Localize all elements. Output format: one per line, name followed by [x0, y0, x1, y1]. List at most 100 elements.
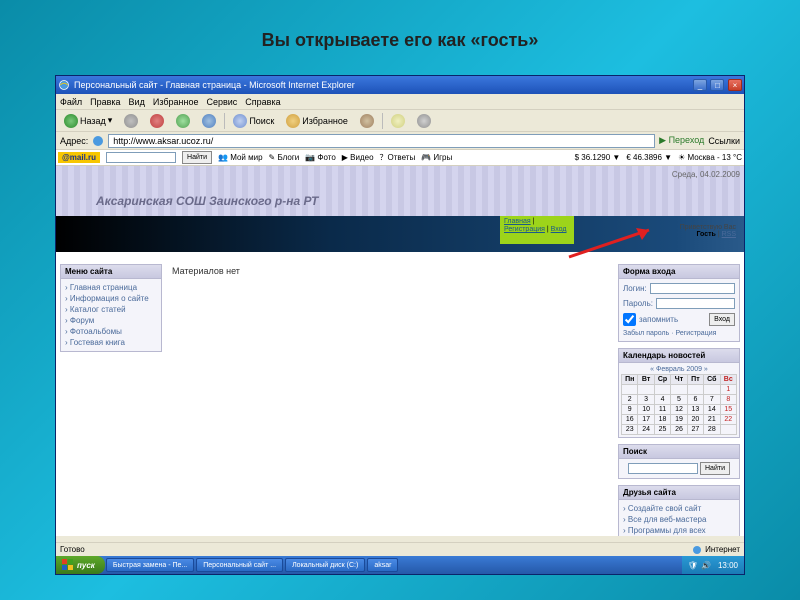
site-menu-block: Меню сайта › Главная страница › Информац…: [60, 264, 162, 352]
friends-item-0[interactable]: › Создайте свой сайт: [623, 503, 735, 514]
nav-login[interactable]: Вход: [551, 226, 567, 233]
forward-button[interactable]: [120, 112, 142, 130]
history-button[interactable]: [356, 112, 378, 130]
calendar-block: Календарь новостей « Февраль 2009 » ПнВт…: [618, 348, 740, 438]
nav-register[interactable]: Регистрация: [504, 226, 545, 233]
menu-edit[interactable]: Правка: [90, 97, 120, 107]
forgot-link[interactable]: Забыл пароль: [623, 330, 669, 337]
date-text: Среда, 04.02.2009: [672, 170, 740, 179]
mailru-eur-rate: € 46.3896 ▼: [626, 153, 672, 162]
mail-button[interactable]: [387, 112, 409, 130]
mailru-usd-rate: $ 36.1290 ▼: [575, 153, 621, 162]
login-input[interactable]: [650, 283, 735, 294]
menu-item-home[interactable]: › Главная страница: [65, 282, 157, 293]
toolbar: Назад ▾ Поиск Избранное: [56, 110, 744, 132]
site-menu-title: Меню сайта: [61, 265, 161, 279]
taskbar: пуск Быстрая замена - Пе... Персональный…: [56, 556, 744, 574]
mailru-blogs[interactable]: ✎ Блоги: [269, 153, 300, 162]
internet-zone-icon: [692, 545, 702, 555]
friends-title: Друзья сайта: [619, 486, 739, 500]
status-zone: Интернет: [705, 545, 740, 554]
menu-view[interactable]: Вид: [129, 97, 145, 107]
window-title: Персональный сайт - Главная страница - M…: [74, 80, 692, 90]
site-banner: [56, 216, 744, 252]
ie-icon: [58, 79, 70, 91]
mailru-search-input[interactable]: [106, 152, 176, 163]
status-bar: Готово Интернет: [56, 542, 744, 556]
page-viewport: Среда, 04.02.2009 Аксаринская СОШ Заинск…: [56, 166, 744, 536]
password-input[interactable]: [656, 298, 735, 309]
system-tray: 🛡 🔊 13:00: [682, 556, 744, 574]
task-item-2[interactable]: Локальный диск (C:): [285, 558, 365, 572]
menu-item-articles[interactable]: › Каталог статей: [65, 304, 157, 315]
windows-logo-icon: [62, 559, 74, 571]
task-item-1[interactable]: Персональный сайт ...: [196, 558, 283, 572]
rss-link[interactable]: RSS: [722, 231, 736, 238]
links-label[interactable]: Ссылки: [708, 136, 740, 146]
favorites-button[interactable]: Избранное: [282, 112, 352, 130]
top-nav: Главная | Регистрация | Вход: [500, 216, 574, 244]
print-button[interactable]: [413, 112, 435, 130]
mailru-answers[interactable]: ？Ответы: [380, 152, 416, 163]
back-button[interactable]: Назад ▾: [60, 112, 116, 130]
register-link[interactable]: Регистрация: [675, 330, 716, 337]
mailru-moimir[interactable]: 👥 Мой мир: [218, 153, 263, 162]
friends-item-2[interactable]: › Программы для всех: [623, 525, 735, 536]
window-close-button[interactable]: ×: [728, 79, 742, 91]
main-content: Материалов нет: [166, 262, 614, 536]
remember-checkbox[interactable]: [623, 313, 636, 326]
status-ready: Готово: [60, 545, 85, 554]
search-button[interactable]: Найти: [700, 462, 730, 475]
menu-item-guestbook[interactable]: › Гостевая книга: [65, 337, 157, 348]
refresh-button[interactable]: [172, 112, 194, 130]
task-item-0[interactable]: Быстрая замена - Пе...: [106, 558, 194, 572]
menu-item-photos[interactable]: › Фотоальбомы: [65, 326, 157, 337]
search-input[interactable]: [628, 463, 698, 474]
nav-home[interactable]: Главная: [504, 218, 531, 225]
menu-file[interactable]: Файл: [60, 97, 82, 107]
login-block: Форма входа Логин: Пароль: запомнитьВход…: [618, 264, 740, 342]
window-maximize-button[interactable]: □: [710, 79, 724, 91]
address-label: Адрес:: [60, 136, 88, 146]
home-button[interactable]: [198, 112, 220, 130]
mailru-find-button[interactable]: Найти: [182, 151, 212, 164]
menu-favorites[interactable]: Избранное: [153, 97, 199, 107]
no-materials-text: Материалов нет: [172, 266, 240, 276]
address-input[interactable]: [108, 134, 655, 148]
ie-page-icon: [92, 135, 104, 147]
mailru-games[interactable]: 🎮 Игры: [421, 153, 452, 162]
mailru-video[interactable]: ▶ Видео: [342, 153, 374, 162]
window-titlebar: Персональный сайт - Главная страница - M…: [56, 76, 744, 94]
stop-button[interactable]: [146, 112, 168, 130]
mailru-toolbar: @mail.ru Найти 👥 Мой мир ✎ Блоги 📷 Фото …: [56, 150, 744, 166]
window-minimize-button[interactable]: _: [693, 79, 707, 91]
friends-block: Друзья сайта › Создайте свой сайт › Все …: [618, 485, 740, 536]
menu-help[interactable]: Справка: [245, 97, 280, 107]
school-name: Аксаринская СОШ Заинского р-на РТ: [96, 194, 318, 208]
taskbar-clock: 13:00: [718, 561, 738, 570]
menu-item-forum[interactable]: › Форум: [65, 315, 157, 326]
login-button[interactable]: Вход: [709, 313, 735, 326]
guest-greeting: Приветствую ВасГость | RSS: [680, 224, 736, 238]
tray-icon[interactable]: 🔊: [701, 561, 711, 570]
calendar-month[interactable]: « Февраль 2009 »: [621, 365, 737, 374]
friends-item-1[interactable]: › Все для веб-мастера: [623, 514, 735, 525]
search-block: Поиск Найти: [618, 444, 740, 479]
go-button[interactable]: ▶ Переход: [659, 135, 704, 146]
menu-tools[interactable]: Сервис: [206, 97, 237, 107]
login-title: Форма входа: [619, 265, 739, 279]
mailru-logo[interactable]: @mail.ru: [58, 152, 100, 163]
mailru-photo[interactable]: 📷 Фото: [305, 153, 336, 162]
search-title: Поиск: [619, 445, 739, 459]
sidebar-right: Форма входа Логин: Пароль: запомнитьВход…: [614, 262, 744, 536]
task-item-3[interactable]: aksar: [367, 558, 398, 572]
address-bar: Адрес: ▶ Переход Ссылки: [56, 132, 744, 150]
tray-icon[interactable]: 🛡: [688, 561, 698, 570]
sidebar-left: Меню сайта › Главная страница › Информац…: [56, 262, 166, 536]
start-button[interactable]: пуск: [56, 556, 105, 574]
mailru-weather: ☀ Москва - 13 °C: [678, 153, 742, 162]
search-button[interactable]: Поиск: [229, 112, 278, 130]
ie-window: Персональный сайт - Главная страница - M…: [55, 75, 745, 575]
menu-item-about[interactable]: › Информация о сайте: [65, 293, 157, 304]
slide-title: Вы открываете его как «гость»: [0, 0, 800, 71]
